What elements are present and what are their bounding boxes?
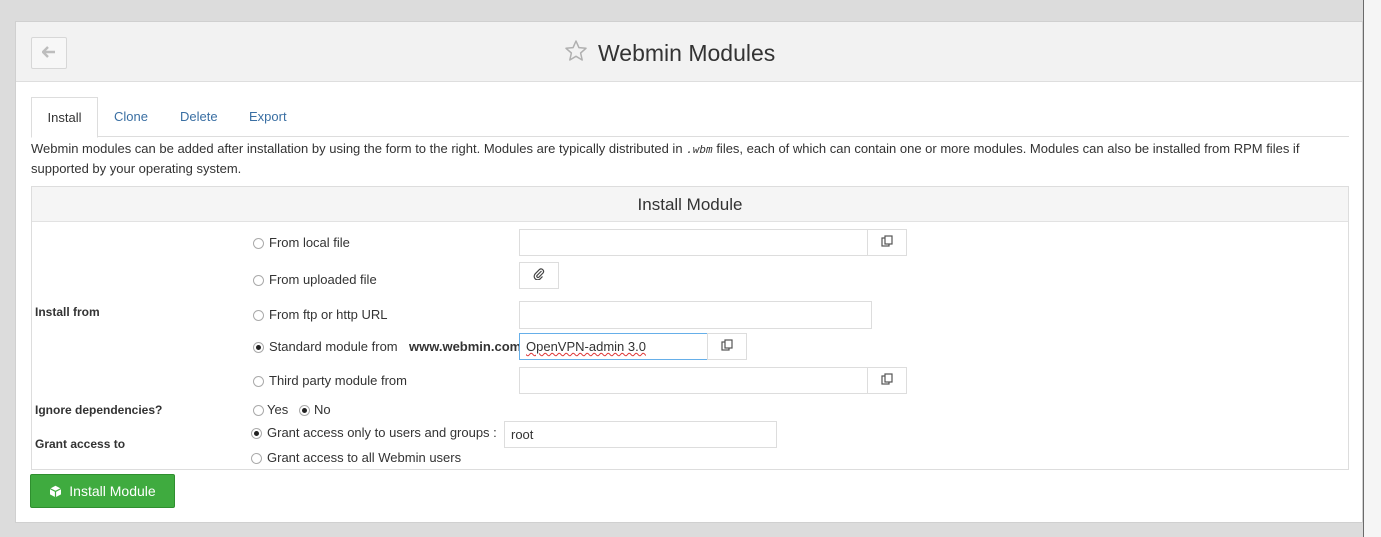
page-title: Webmin Modules [598, 39, 776, 66]
radio-url[interactable] [253, 310, 264, 321]
install-button-label: Install Module [69, 483, 156, 499]
third-party-chooser-button[interactable] [867, 367, 907, 394]
radio-standard-module[interactable] [253, 342, 264, 353]
radio-local-file[interactable] [253, 238, 264, 249]
tab-export[interactable]: Export [249, 97, 287, 137]
third-party-input[interactable] [519, 367, 868, 394]
ignore-deps-label: Ignore dependencies? [35, 403, 163, 417]
install-module-form: Install Module Install from From local f… [31, 186, 1349, 470]
url-input[interactable] [519, 301, 872, 329]
back-button[interactable] [31, 37, 67, 69]
standard-module-label: Standard module from [269, 339, 398, 354]
standard-module-value: OpenVPN-admin 3.0 [526, 339, 646, 354]
local-file-input[interactable] [519, 229, 868, 256]
star-outline-icon[interactable] [564, 39, 588, 67]
wbm-code: .wbm [686, 143, 713, 156]
right-scroll-edge [1363, 0, 1381, 537]
paperclip-icon [533, 268, 545, 283]
tab-bar: Install Clone Delete Export [31, 97, 1349, 138]
install-from-label: Install from [35, 305, 100, 319]
grant-only-label: Grant access only to users and groups : [267, 425, 497, 440]
install-module-button[interactable]: Install Module [30, 474, 175, 508]
url-label: From ftp or http URL [269, 307, 388, 322]
main-panel: Webmin Modules Install Clone Delete Expo… [15, 21, 1363, 523]
ignore-yes-label: Yes [267, 402, 289, 417]
upload-file-button[interactable] [519, 262, 559, 289]
copy-icon [881, 235, 893, 250]
radio-uploaded-file[interactable] [253, 275, 264, 286]
cube-icon [49, 485, 62, 498]
radio-grant-only[interactable] [251, 428, 262, 439]
local-file-browse-button[interactable] [867, 229, 907, 256]
grant-all-label: Grant access to all Webmin users [267, 450, 462, 465]
local-file-label: From local file [269, 235, 350, 250]
tab-clone[interactable]: Clone [114, 97, 148, 137]
arrow-left-icon [41, 45, 56, 61]
copy-icon [881, 373, 893, 388]
grant-users-input[interactable]: root [504, 421, 777, 448]
tab-install[interactable]: Install [31, 97, 98, 138]
window-top-strip [0, 0, 1363, 21]
radio-ignore-yes[interactable] [253, 405, 264, 416]
standard-module-input[interactable]: OpenVPN-admin 3.0 [519, 333, 708, 360]
radio-third-party[interactable] [253, 376, 264, 387]
copy-icon [721, 339, 733, 354]
ignore-no-label: No [314, 402, 331, 417]
tab-delete[interactable]: Delete [180, 97, 218, 137]
third-party-label: Third party module from [269, 373, 407, 388]
radio-grant-all[interactable] [251, 453, 262, 464]
standard-module-chooser-button[interactable] [707, 333, 747, 360]
page-header: Webmin Modules [16, 22, 1362, 82]
description-text: Webmin modules can be added after instal… [31, 141, 1300, 176]
grant-access-label: Grant access to [35, 437, 126, 451]
form-title: Install Module [32, 187, 1348, 222]
uploaded-file-label: From uploaded file [269, 272, 377, 287]
radio-ignore-no[interactable] [299, 405, 310, 416]
webmin-site-label: www.webmin.com [409, 339, 522, 354]
